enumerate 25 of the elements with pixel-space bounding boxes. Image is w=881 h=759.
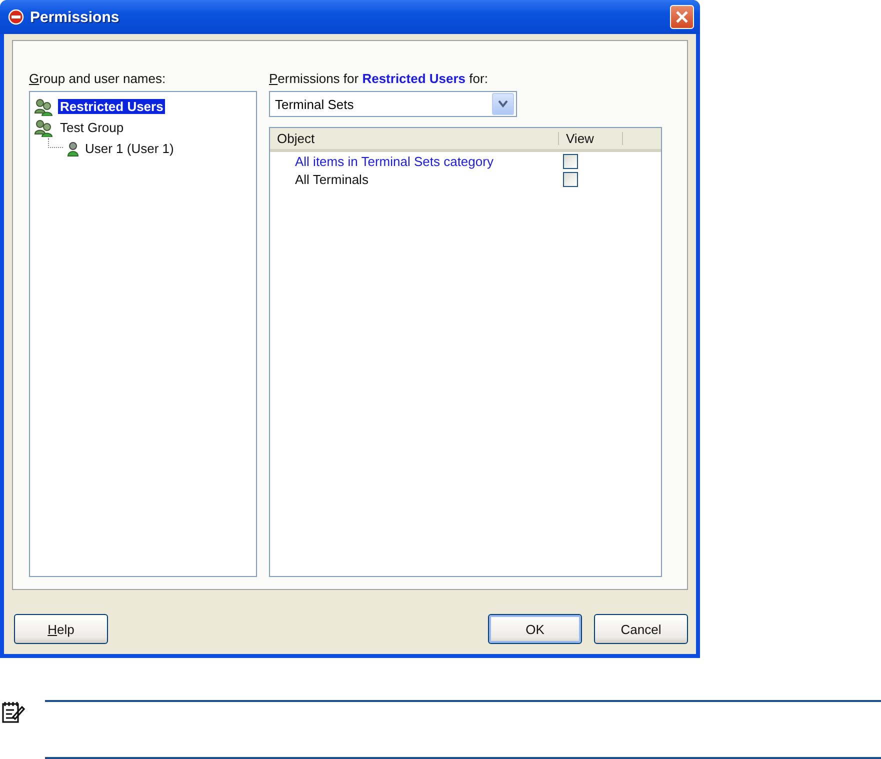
column-header[interactable]: View	[559, 132, 623, 145]
object-cell-text: All items in Terminal Sets category	[294, 154, 494, 168]
chevron-down-icon	[498, 100, 508, 108]
stop-icon	[8, 9, 24, 25]
dropdown-value: Terminal Sets	[275, 96, 355, 112]
close-button[interactable]	[670, 5, 694, 29]
dialog-button[interactable]: OK	[488, 614, 582, 644]
column-header[interactable]: Object	[270, 132, 559, 145]
dialog-button[interactable]: Help	[14, 614, 108, 644]
window-title: Permissions	[30, 8, 120, 26]
category-dropdown[interactable]: Terminal Sets	[269, 91, 517, 117]
users-icon	[34, 118, 54, 136]
view-checkbox[interactable]	[563, 172, 578, 186]
tree-item[interactable]: Test Group	[58, 120, 126, 135]
tree-label: Group and user names:	[29, 71, 167, 86]
tree-item[interactable]: Restricted Users	[58, 99, 166, 114]
permissions-label: Permissions for Restricted Users for:	[269, 71, 489, 86]
user-icon	[67, 140, 79, 156]
users-icon	[34, 98, 54, 116]
object-cell-text: All Terminals	[294, 172, 370, 186]
close-icon	[675, 10, 689, 24]
tree-item[interactable]: User 1 (User 1)	[83, 141, 176, 156]
dialog-button[interactable]: Cancel	[594, 614, 688, 644]
view-checkbox[interactable]	[563, 154, 578, 168]
notepad-icon	[1, 700, 25, 724]
